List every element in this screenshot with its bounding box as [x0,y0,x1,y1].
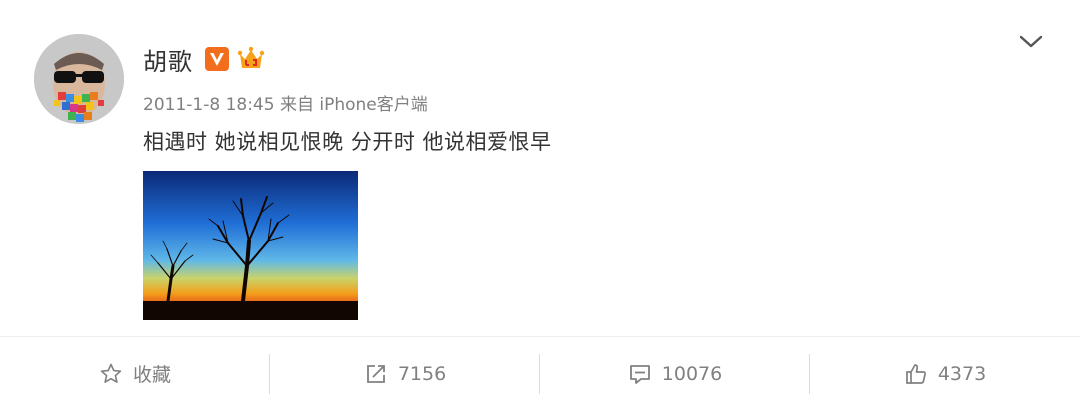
action-bar: 收藏 7156 10076 4373 [0,336,1080,410]
comment-icon [628,362,652,386]
author-row: 胡歌 [143,42,265,76]
chevron-down-icon[interactable] [1018,32,1044,52]
like-button[interactable]: 4373 [810,337,1080,410]
author-name[interactable]: 胡歌 [143,42,193,77]
repost-button[interactable]: 7156 [270,337,540,410]
crown-badge-icon[interactable] [237,46,265,72]
verified-badge-icon[interactable] [205,47,229,71]
avatar[interactable] [34,34,124,124]
repost-icon [364,362,388,386]
post-photo[interactable] [143,171,358,320]
like-count: 4373 [937,362,987,385]
star-icon [99,362,123,386]
comment-button[interactable]: 10076 [540,337,810,410]
favorite-label: 收藏 [132,364,171,386]
post-text: 相遇时 她说相见恨晚 分开时 他说相爱恨早 [143,130,552,154]
favorite-button[interactable]: 收藏 [0,337,270,410]
repost-count: 7156 [397,362,447,385]
post-meta: 2011-1-8 18:45 来自 iPhone客户端 [143,95,428,115]
comment-count: 10076 [661,362,723,385]
thumbs-up-icon [904,362,928,386]
